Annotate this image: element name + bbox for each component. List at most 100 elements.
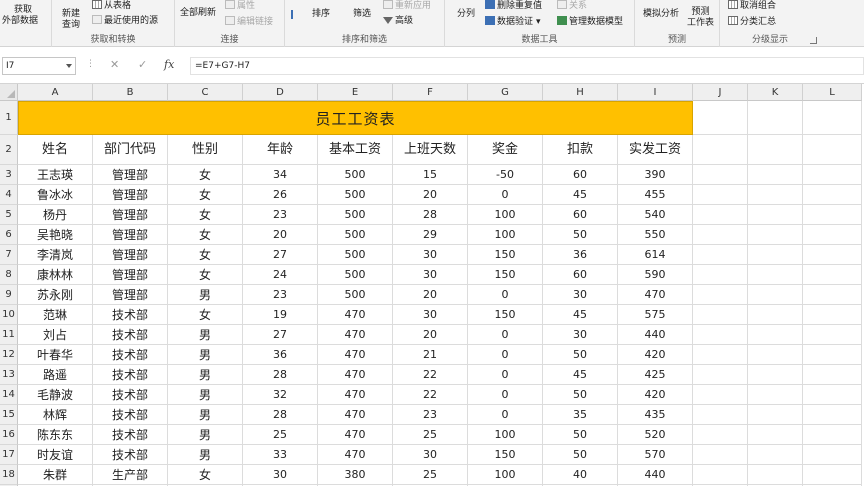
column-header-l[interactable]: L (803, 84, 862, 101)
table-cell[interactable]: 150 (468, 245, 543, 265)
table-cell[interactable] (803, 185, 862, 205)
table-cell[interactable]: 0 (468, 285, 543, 305)
table-cell[interactable]: 技术部 (93, 425, 168, 445)
row-header-15[interactable]: 15 (0, 405, 18, 425)
column-header-i[interactable]: I (618, 84, 693, 101)
edit-links-button[interactable]: 编辑链接 (225, 16, 273, 28)
table-cell[interactable] (803, 245, 862, 265)
table-cell[interactable]: 500 (318, 285, 393, 305)
column-header-c[interactable]: C (168, 84, 243, 101)
table-cell[interactable]: 30 (393, 445, 468, 465)
table-cell[interactable]: 614 (618, 245, 693, 265)
table-cell[interactable]: 30 (393, 305, 468, 325)
table-cell[interactable]: 100 (468, 425, 543, 445)
table-cell[interactable] (748, 225, 803, 245)
subtotal-button[interactable]: 分类汇总 (728, 16, 776, 28)
row-header-9[interactable]: 9 (0, 285, 18, 305)
table-cell[interactable]: 470 (318, 385, 393, 405)
table-cell[interactable] (693, 101, 748, 135)
row-header-8[interactable]: 8 (0, 265, 18, 285)
table-cell[interactable] (693, 385, 748, 405)
column-header-f[interactable]: F (393, 84, 468, 101)
table-cell[interactable] (748, 405, 803, 425)
header-cell[interactable] (748, 135, 803, 165)
table-cell[interactable]: 男 (168, 405, 243, 425)
from-table-button[interactable]: 从表格 (92, 0, 131, 12)
select-all-corner[interactable] (0, 84, 18, 101)
table-cell[interactable] (748, 445, 803, 465)
table-cell[interactable]: 女 (168, 305, 243, 325)
table-cell[interactable]: 30 (393, 265, 468, 285)
table-cell[interactable]: 60 (543, 265, 618, 285)
table-cell[interactable] (803, 285, 862, 305)
table-cell[interactable]: 36 (543, 245, 618, 265)
table-cell[interactable]: 45 (543, 365, 618, 385)
column-header-k[interactable]: K (748, 84, 803, 101)
header-cell[interactable]: 性别 (168, 135, 243, 165)
column-header-b[interactable]: B (93, 84, 168, 101)
table-cell[interactable]: 29 (393, 225, 468, 245)
table-cell[interactable] (748, 425, 803, 445)
table-cell[interactable]: 20 (393, 325, 468, 345)
table-cell[interactable]: 500 (318, 165, 393, 185)
table-cell[interactable]: 男 (168, 385, 243, 405)
table-cell[interactable] (803, 205, 862, 225)
table-cell[interactable]: 杨丹 (18, 205, 93, 225)
table-cell[interactable]: 60 (543, 205, 618, 225)
table-cell[interactable]: 575 (618, 305, 693, 325)
table-cell[interactable]: 590 (618, 265, 693, 285)
table-cell[interactable]: 技术部 (93, 305, 168, 325)
table-cell[interactable]: 470 (618, 285, 693, 305)
table-cell[interactable] (693, 245, 748, 265)
name-box-dropdown-icon[interactable] (66, 64, 72, 68)
table-cell[interactable] (693, 285, 748, 305)
table-cell[interactable]: 32 (243, 385, 318, 405)
table-cell[interactable]: 23 (243, 285, 318, 305)
table-cell[interactable]: 叶春华 (18, 345, 93, 365)
header-cell[interactable]: 基本工资 (318, 135, 393, 165)
table-cell[interactable]: 35 (543, 405, 618, 425)
table-cell[interactable]: 500 (318, 225, 393, 245)
table-cell[interactable]: 管理部 (93, 265, 168, 285)
table-cell[interactable] (693, 225, 748, 245)
column-header-d[interactable]: D (243, 84, 318, 101)
table-cell[interactable]: 550 (618, 225, 693, 245)
table-cell[interactable] (803, 101, 862, 135)
table-cell[interactable]: 女 (168, 465, 243, 485)
refresh-all-button[interactable]: 全部刷新 (180, 8, 216, 19)
remove-duplicates-button[interactable]: 删除重复值 (485, 0, 542, 12)
table-cell[interactable]: 22 (393, 385, 468, 405)
table-cell[interactable]: 23 (243, 205, 318, 225)
table-cell[interactable]: 15 (393, 165, 468, 185)
table-cell[interactable] (748, 165, 803, 185)
table-cell[interactable]: 380 (318, 465, 393, 485)
table-cell[interactable]: 技术部 (93, 345, 168, 365)
table-cell[interactable]: 390 (618, 165, 693, 185)
table-cell[interactable]: 30 (543, 285, 618, 305)
table-cell[interactable] (693, 465, 748, 485)
table-cell[interactable]: 150 (468, 305, 543, 325)
enter-icon[interactable]: ✓ (138, 58, 147, 72)
table-cell[interactable] (693, 205, 748, 225)
formula-input[interactable]: =E7+G7-H7 (190, 57, 864, 75)
row-header-18[interactable]: 18 (0, 465, 18, 485)
table-cell[interactable]: 女 (168, 205, 243, 225)
table-cell[interactable]: 生产部 (93, 465, 168, 485)
table-cell[interactable]: 王志瑛 (18, 165, 93, 185)
table-cell[interactable]: 500 (318, 245, 393, 265)
table-cell[interactable]: 25 (243, 425, 318, 445)
table-cell[interactable]: 23 (393, 405, 468, 425)
table-cell[interactable] (693, 185, 748, 205)
name-box[interactable]: I7 (2, 57, 76, 75)
table-cell[interactable]: 27 (243, 325, 318, 345)
text-to-columns-button[interactable]: 分列 (457, 9, 475, 20)
header-cell[interactable]: 部门代码 (93, 135, 168, 165)
table-cell[interactable]: -50 (468, 165, 543, 185)
what-if-analysis-button[interactable]: 模拟分析 (643, 9, 679, 20)
table-cell[interactable]: 40 (543, 465, 618, 485)
header-cell[interactable]: 实发工资 (618, 135, 693, 165)
row-header-11[interactable]: 11 (0, 325, 18, 345)
table-cell[interactable]: 男 (168, 325, 243, 345)
table-cell[interactable]: 470 (318, 405, 393, 425)
table-cell[interactable]: 50 (543, 425, 618, 445)
